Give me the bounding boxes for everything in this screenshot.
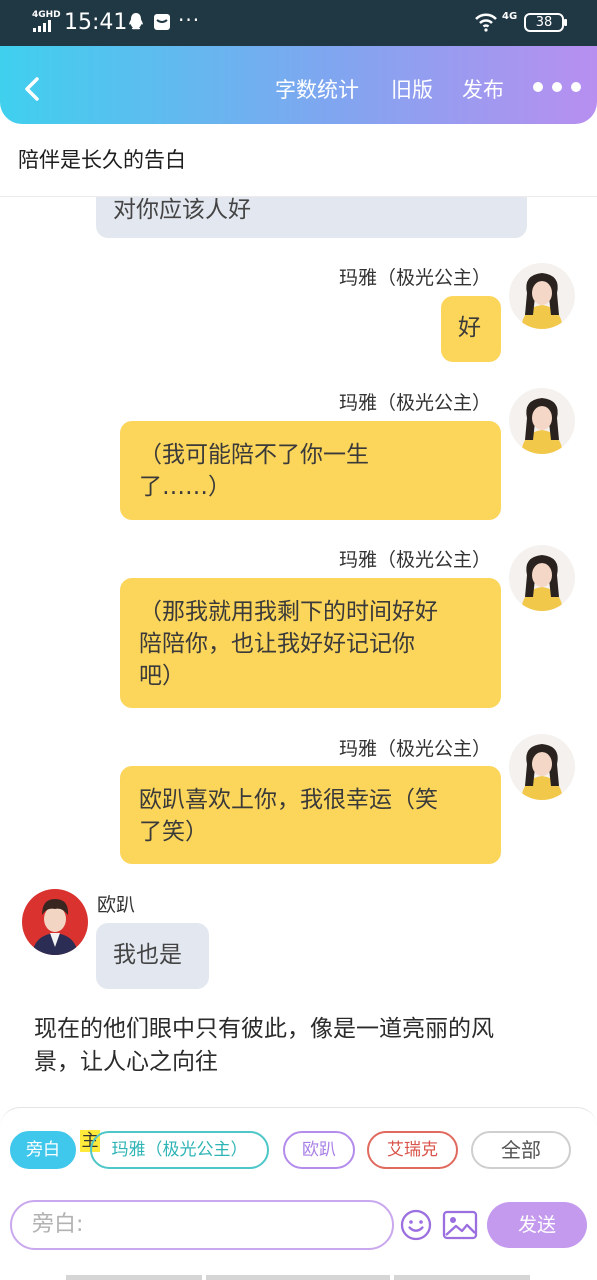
cellular-label: 4G bbox=[502, 11, 518, 22]
message-line: 陪陪你，也让我好好记记你 bbox=[139, 631, 415, 657]
old-version-button[interactable]: 旧版 bbox=[391, 76, 433, 104]
more-options-icon[interactable] bbox=[533, 82, 583, 96]
avatar-maya[interactable] bbox=[509, 388, 575, 454]
speaker-name: 欧趴 bbox=[97, 894, 136, 916]
wifi-icon bbox=[475, 13, 497, 32]
narration-line: 现在的他们眼中只有彼此，像是一道亮丽的风 bbox=[34, 1016, 494, 1042]
role-chip-maya[interactable]: 玛雅（极光公主） bbox=[90, 1131, 269, 1169]
role-chip-all[interactable]: 全部 bbox=[471, 1131, 571, 1169]
network-type: 4GHD bbox=[32, 10, 61, 20]
message-line: 吧） bbox=[139, 663, 185, 689]
message-bubble[interactable]: 欧趴喜欢上你，我很幸运（笑 了笑） bbox=[120, 766, 501, 864]
message-line: 欧趴喜欢上你，我很幸运（笑 bbox=[139, 787, 438, 813]
message-input[interactable] bbox=[32, 1202, 372, 1246]
message-text: 对你应该人好 bbox=[113, 197, 251, 223]
role-chip-opa[interactable]: 欧趴 bbox=[283, 1131, 355, 1169]
message-bubble[interactable]: 好 bbox=[441, 296, 501, 362]
message-text: 我也是 bbox=[113, 942, 182, 968]
nav-bar-segment bbox=[66, 1275, 202, 1280]
qq-penguin-icon bbox=[129, 13, 143, 30]
nav-bar-segment bbox=[206, 1275, 390, 1280]
emoji-icon[interactable] bbox=[399, 1208, 433, 1242]
publish-button[interactable]: 发布 bbox=[462, 76, 504, 104]
role-chip-eric[interactable]: 艾瑞克 bbox=[367, 1131, 458, 1169]
message-bubble[interactable]: （我可能陪不了你一生 了……） bbox=[120, 421, 501, 520]
app-header: 4GHD 15:41 ··· 4G 38 字数统计 旧版 发布 bbox=[0, 0, 597, 124]
message-line: （那我就用我剩下的时间好好 bbox=[139, 599, 438, 625]
image-icon[interactable] bbox=[442, 1208, 478, 1242]
speaker-name: 玛雅（极光公主） bbox=[338, 549, 491, 571]
back-arrow-icon[interactable] bbox=[18, 74, 48, 104]
message-bubble[interactable]: （那我就用我剩下的时间好好 陪陪你，也让我好好记记你 吧） bbox=[120, 578, 501, 708]
status-bar: 4GHD 15:41 ··· 4G 38 bbox=[0, 0, 597, 46]
chat-area[interactable]: 对你应该人好 玛雅（极光公主） 好 玛雅（极光公主） （我可能陪不了你一生 了…… bbox=[0, 197, 597, 1107]
avatar-opa[interactable] bbox=[22, 889, 88, 955]
narration-text[interactable]: 现在的他们眼中只有彼此，像是一道亮丽的风 景，让人心之向往 bbox=[34, 1013, 564, 1079]
send-button[interactable]: 发送 bbox=[487, 1202, 587, 1248]
message-bubble[interactable]: 对你应该人好 bbox=[96, 197, 527, 238]
document-title[interactable]: 陪伴是长久的告白 bbox=[18, 144, 186, 174]
role-chip-narrator[interactable]: 旁白 bbox=[10, 1131, 76, 1169]
word-count-button[interactable]: 字数统计 bbox=[275, 76, 359, 104]
message-icon bbox=[154, 14, 170, 30]
message-input-box[interactable] bbox=[10, 1200, 394, 1250]
message-line: （我可能陪不了你一生 bbox=[139, 442, 369, 468]
message-line: 了笑） bbox=[139, 819, 208, 845]
narration-line: 景，让人心之向往 bbox=[34, 1049, 218, 1075]
speaker-name: 玛雅（极光公主） bbox=[338, 267, 491, 289]
message-text: 好 bbox=[458, 315, 481, 341]
avatar-maya[interactable] bbox=[509, 263, 575, 329]
message-bubble[interactable]: 我也是 bbox=[96, 923, 209, 989]
status-time: 15:41 bbox=[64, 10, 128, 35]
speaker-name: 玛雅（极光公主） bbox=[338, 738, 491, 760]
battery-icon: 38 bbox=[524, 13, 567, 32]
speaker-name: 玛雅（极光公主） bbox=[338, 392, 491, 414]
avatar-maya[interactable] bbox=[509, 734, 575, 800]
message-line: 了……） bbox=[139, 474, 231, 500]
nav-bar-segment bbox=[394, 1275, 530, 1280]
signal-icon bbox=[33, 20, 55, 32]
more-notifications-icon: ··· bbox=[178, 8, 201, 32]
avatar-maya[interactable] bbox=[509, 545, 575, 611]
